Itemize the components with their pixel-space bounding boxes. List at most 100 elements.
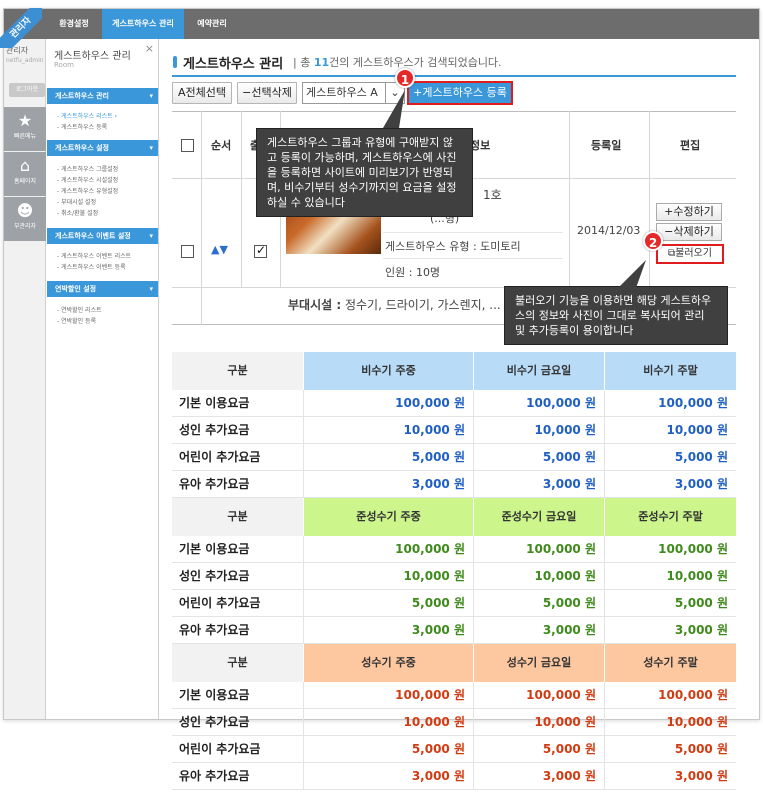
price-value: 10,000 원 — [403, 569, 465, 583]
register-guesthouse-button[interactable]: +게스트하우스 등록 — [407, 81, 513, 105]
sidebar-section-guesthouse-management[interactable]: 게스트하우스 관리 ▾ — [47, 88, 158, 104]
tab-guesthouse-management[interactable]: 게스트하우스 관리 — [102, 9, 184, 39]
sidebar-section-label: 게스트하우스 관리 — [55, 92, 109, 100]
price-value: 100,000 원 — [395, 396, 465, 410]
chevron-down-icon: ▾ — [149, 285, 153, 293]
delete-button[interactable]: −삭제하기 — [656, 223, 722, 241]
price-value: 5,000 원 — [674, 742, 728, 756]
sidebar-item-discount-list[interactable]: - 연박할인 리스트 — [57, 305, 102, 314]
select-all-button[interactable]: A전체선택 — [172, 82, 232, 104]
price-row-label: 성인 추가요금 — [179, 569, 250, 583]
select-all-label: 전체선택 — [185, 86, 226, 99]
price-value: 3,000 원 — [542, 769, 596, 783]
close-icon[interactable]: × — [145, 42, 154, 55]
price-value: 10,000 원 — [534, 715, 596, 729]
title-divider — [172, 75, 736, 77]
price-value: 10,000 원 — [666, 715, 728, 729]
price-value: 100,000 원 — [526, 688, 596, 702]
price-value: 10,000 원 — [534, 423, 596, 437]
minus-icon: − — [664, 225, 674, 238]
price-value: 100,000 원 — [526, 396, 596, 410]
price-value: 5,000 원 — [542, 596, 596, 610]
guesthouse-name: 1호 — [483, 188, 502, 202]
price-value: 3,000 원 — [542, 623, 596, 637]
price-row-label: 유아 추가요금 — [179, 769, 250, 783]
edit-button[interactable]: +수정하기 — [656, 203, 722, 221]
price-table-header: 구분 비수기 주중 비수기 금요일 비수기 주말 — [172, 352, 736, 390]
delete-selected-button[interactable]: −선택삭제 — [237, 82, 297, 104]
callout-number-1: 1 — [395, 68, 415, 88]
sidebar-item-guesthouse-register[interactable]: - 게스트하우스 등록 — [57, 122, 107, 131]
price-row-label: 기본 이용요금 — [179, 396, 250, 410]
tooltip-load-help: 불러오기 기능을 이용하면 해당 게스트하우스의 정보와 사진이 그대로 복사되… — [504, 286, 728, 345]
quick-menu-label: 빠른메뉴 — [13, 133, 37, 140]
sidebar-item-event-register[interactable]: - 게스트하우스 이벤트 등록 — [57, 262, 126, 271]
price-row: 기본 이용요금 100,000 원 100,000 원 100,000 원 — [172, 536, 736, 563]
tooltip-register-help: 게스트하우스 그룹과 유형에 구애받지 않고 등록이 가능하며, 게스트하우스에… — [256, 128, 473, 217]
admin-user-id: netfu_admin — [6, 57, 44, 64]
chevron-down-icon: ▾ — [149, 92, 153, 100]
price-value: 10,000 원 — [534, 569, 596, 583]
chevron-down-icon: ▾ — [149, 144, 153, 152]
price-value: 100,000 원 — [526, 542, 596, 556]
price-value: 3,000 원 — [674, 477, 728, 491]
price-value: 5,000 원 — [411, 596, 465, 610]
price-value: 100,000 원 — [395, 542, 465, 556]
reorder-arrows-icon[interactable]: ▲▼ — [211, 243, 228, 256]
price-row: 유아 추가요금 3,000 원 3,000 원 3,000 원 — [172, 471, 736, 498]
admin-badge: 관리자 — [0, 8, 42, 48]
load-copy-button[interactable]: ⧉불러오기 — [656, 244, 724, 264]
price-header-period: 준성수기 주말 — [604, 498, 736, 536]
display-checkbox[interactable] — [254, 243, 267, 258]
delete-label: 삭제하기 — [673, 225, 714, 238]
sidebar-section-label: 게스트하우스 설정 — [55, 144, 109, 152]
sidebar-section-event-settings[interactable]: 게스트하우스 이벤트 설정 ▾ — [47, 228, 158, 244]
select-all-checkbox[interactable] — [181, 139, 194, 152]
sidebar-section-discount-settings[interactable]: 연박할인 설정 ▾ — [47, 281, 158, 297]
sidebar-item-amenity-settings[interactable]: - 부대시설 설정 — [57, 197, 96, 206]
registered-date: 2014/12/03 — [577, 224, 641, 237]
col-divider — [569, 111, 570, 287]
home-icon: ⌂ — [19, 156, 31, 175]
quick-menu-button[interactable]: ★ 빠른메뉴 — [4, 107, 46, 151]
price-header-period: 성수기 주중 — [303, 644, 473, 682]
tab-settings[interactable]: 환경설정 — [46, 9, 102, 39]
info-divider — [383, 232, 563, 233]
price-value: 3,000 원 — [411, 477, 465, 491]
price-value: 5,000 원 — [411, 450, 465, 464]
price-value: 5,000 원 — [542, 742, 596, 756]
sidebar-section-guesthouse-settings[interactable]: 게스트하우스 설정 ▾ — [47, 140, 158, 156]
star-icon: ★ — [17, 111, 33, 130]
sidebar-item-type-settings[interactable]: - 게스트하우스 유형설정 — [57, 186, 118, 195]
sidebar-item-refund-settings[interactable]: - 취소/환불 설정 — [57, 208, 98, 217]
tooltip-pointer — [383, 90, 405, 128]
price-value: 10,000 원 — [666, 569, 728, 583]
select-icon: A — [177, 86, 186, 99]
price-value: 5,000 원 — [411, 742, 465, 756]
price-row: 성인 추가요금 10,000 원 10,000 원 10,000 원 — [172, 417, 736, 444]
tab-reservations[interactable]: 예약관리 — [184, 9, 240, 39]
sidebar-item-discount-register[interactable]: - 연박할인 등록 — [57, 316, 96, 325]
admin-badge-label: 관리자 — [0, 8, 42, 48]
price-row-label: 성인 추가요금 — [179, 715, 250, 729]
homepage-button[interactable]: ⌂ 홈페이지 — [4, 152, 46, 196]
price-table-header: 구분 성수기 주중 성수기 금요일 성수기 주말 — [172, 644, 736, 682]
sub-admin-button[interactable]: ☻ 부관리자 — [4, 197, 46, 241]
sidebar-item-group-settings[interactable]: - 게스트하우스 그룹설정 — [57, 164, 118, 173]
price-header-category: 구분 — [172, 644, 303, 682]
sidebar-section-label: 연박할인 설정 — [55, 285, 97, 293]
row-checkbox[interactable] — [181, 245, 194, 258]
logout-button[interactable]: 로그아웃 — [9, 83, 45, 97]
price-value: 10,000 원 — [666, 423, 728, 437]
price-header-category: 구분 — [172, 498, 303, 536]
sidebar-item-facility-settings[interactable]: - 게스트하우스 시설설정 — [57, 175, 118, 184]
sidebar-item-guesthouse-list[interactable]: - 게스트하우스 리스트 › — [57, 111, 117, 120]
price-row: 어린이 추가요금 5,000 원 5,000 원 5,000 원 — [172, 736, 736, 763]
price-value: 10,000 원 — [403, 715, 465, 729]
sidebar-item-event-list[interactable]: - 게스트하우스 이벤트 리스트 — [57, 251, 131, 260]
title-marker — [173, 56, 177, 68]
edit-label: 수정하기 — [673, 205, 714, 218]
sidebar: 게스트하우스 관리 Room × 게스트하우스 관리 ▾ - 게스트하우스 리스트… — [47, 39, 159, 719]
homepage-label: 홈페이지 — [13, 178, 37, 185]
price-row: 어린이 추가요금 5,000 원 5,000 원 5,000 원 — [172, 590, 736, 617]
